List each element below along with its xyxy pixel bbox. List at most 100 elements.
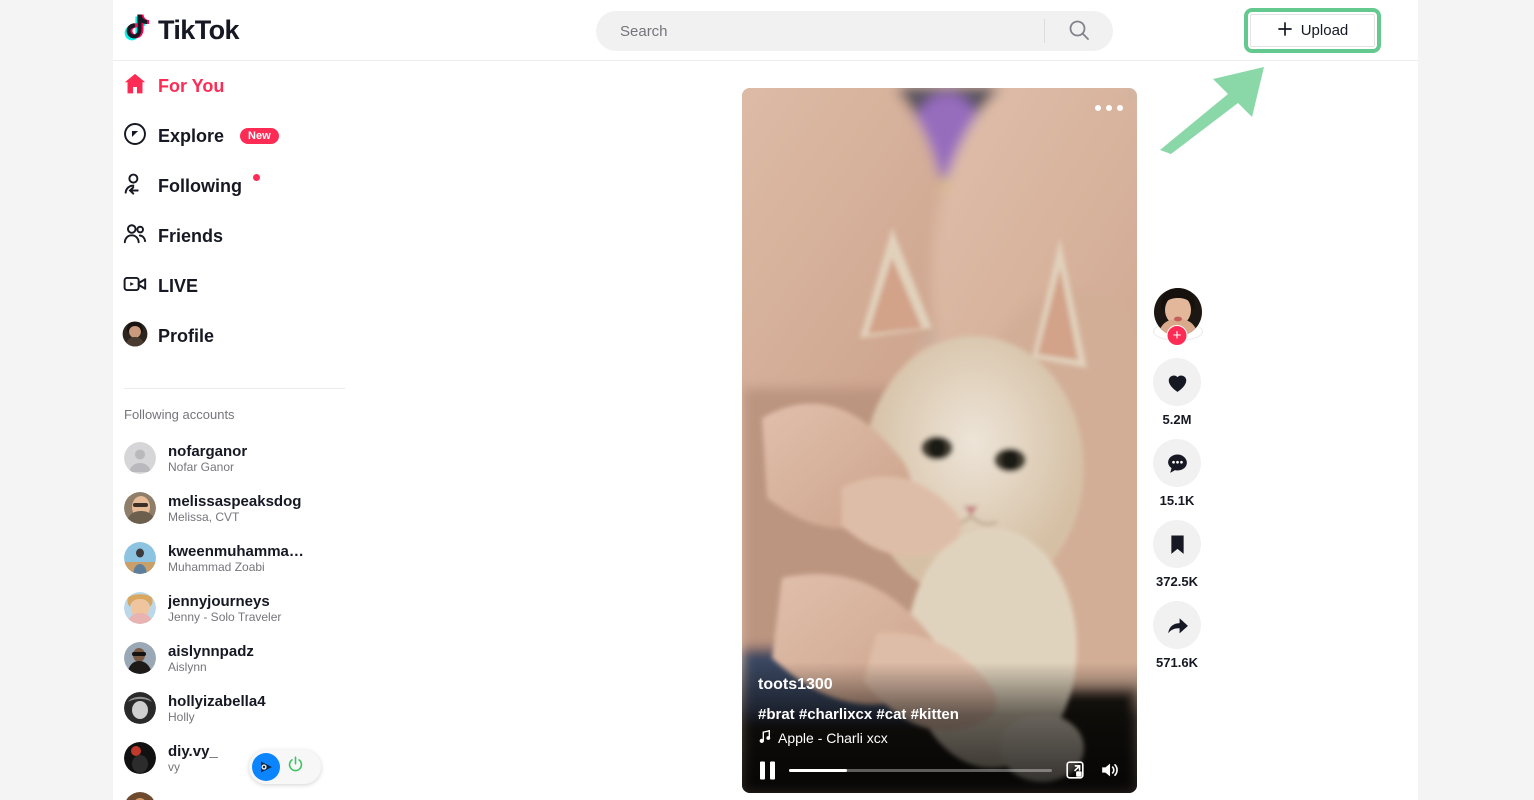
sidebar-label-following: Following [158,175,242,196]
account-username: diy.vy_ [168,742,218,760]
list-item[interactable]: jennyjourneys Jenny - Solo Traveler [113,583,353,633]
account-nickname: Melissa, CVT [168,509,240,524]
power-icon[interactable] [286,755,305,779]
tiktok-logo[interactable]: TikTok [122,13,240,47]
person-arrow-icon [122,171,148,202]
progress-bar[interactable] [789,768,1052,772]
account-nickname: Aislynn [168,659,207,674]
video-action-rail: + 5.2M 15.1K 372.5K 571.6K [1147,288,1207,682]
comment-action: 15.1K [1153,439,1201,508]
video-author[interactable]: toots1300 [758,676,1121,694]
list-item[interactable]: melissaspeaksdog Melissa, CVT [113,483,353,533]
tiktok-page: TikTok Upload [113,0,1418,800]
list-item[interactable]: nataliesro [113,783,353,800]
account-username: melissaspeaksdog [168,492,302,510]
list-item[interactable]: nofarganor Nofar Ganor [113,433,353,483]
video-player[interactable]: toots1300 #brat #charlixcx #cat #kitten … [742,88,1137,793]
video-controls [758,759,1121,781]
plus-icon[interactable]: + [1166,325,1188,346]
share-count: 571.6K [1156,655,1198,670]
account-nickname: Nofar Ganor [168,459,235,474]
account-text: jennyjourneys Jenny - Solo Traveler [168,593,281,624]
share-icon[interactable] [1153,601,1201,649]
list-item[interactable]: hollyizabella4 Holly [113,683,353,733]
account-text: kweenmuhamma… Muhammad Zoabi [168,543,304,574]
volume-on-icon[interactable] [1098,759,1121,781]
avatar [124,742,156,774]
search-button[interactable] [1045,11,1113,51]
more-options-icon[interactable] [1095,105,1123,111]
plus-icon [1277,21,1293,41]
logo-wordmark: TikTok [158,14,240,45]
heart-icon[interactable] [1153,358,1201,406]
sidebar-item-for-you[interactable]: For You [113,61,353,111]
sidebar-item-following[interactable]: Following [113,161,353,211]
avatar [124,792,156,800]
account-username: hollyizabella4 [168,692,266,710]
avatar-icon [122,321,148,352]
sidebar-item-friends[interactable]: Friends [113,211,353,261]
following-accounts-title: Following accounts [124,407,235,422]
following-notification-dot [252,174,260,181]
media-play-icon[interactable] [252,753,280,781]
search-icon [1067,18,1091,45]
like-count: 5.2M [1162,412,1192,427]
account-text: diy.vy_ vy [168,743,218,774]
progress-bar-fill [789,768,847,772]
upload-button-label: Upload [1300,22,1349,39]
bookmark-icon[interactable] [1153,520,1201,568]
sidebar-label-explore: Explore [158,125,225,146]
comment-icon[interactable] [1153,439,1201,487]
list-item[interactable]: aislynnpadz Aislynn [113,633,353,683]
account-username: aislynnpadz [168,642,254,660]
sidebar-item-live[interactable]: LIVE [113,261,353,311]
sidebar-label-friends: Friends [158,225,224,246]
account-nickname: Holly [168,709,195,724]
video-music-row[interactable]: Apple - Charli xcx [758,729,1121,747]
compass-icon [122,121,148,152]
sidebar-label-for-you: For You [158,75,225,96]
avatar [124,442,156,474]
list-item[interactable]: kweenmuhamma… Muhammad Zoabi [113,533,353,583]
live-video-icon [122,271,148,302]
account-username: jennyjourneys [168,592,270,610]
bookmark-action: 372.5K [1153,520,1201,589]
account-nickname: Jenny - Solo Traveler [168,609,282,624]
video-music-title: Apple - Charli xcx [778,730,888,746]
sidebar-label-live: LIVE [158,275,199,296]
picture-in-picture-icon[interactable] [1064,759,1086,781]
account-text: aislynnpadz Aislynn [168,643,254,674]
music-note-icon [758,729,771,747]
account-text: nofarganor Nofar Ganor [168,443,247,474]
sidebar-item-profile[interactable]: Profile [113,311,353,361]
annotation-arrow-icon [1160,67,1264,154]
video-hashtags[interactable]: #brat #charlixcx #cat #kitten [758,706,1121,723]
avatar [124,542,156,574]
top-header: TikTok Upload [113,0,1418,61]
bookmark-count: 372.5K [1156,574,1198,589]
sidebar-divider [124,388,345,389]
tiktok-note-icon [122,13,152,47]
search-input[interactable] [596,22,1044,40]
people-icon [122,221,148,252]
following-accounts-list: nofarganor Nofar Ganor melissaspeaksdog … [113,433,353,800]
home-icon [122,71,148,102]
search-bar[interactable] [596,11,1113,51]
account-nickname: Muhammad Zoabi [168,559,265,574]
video-info-overlay: toots1300 #brat #charlixcx #cat #kitten … [742,662,1137,793]
sidebar-item-explore[interactable]: Explore New [113,111,353,161]
upload-button[interactable]: Upload [1250,14,1375,47]
account-nickname: vy [168,759,180,774]
share-action: 571.6K [1153,601,1201,670]
floating-media-widget[interactable] [249,750,321,784]
sidebar-label-profile: Profile [158,325,215,346]
account-text: hollyizabella4 Holly [168,693,266,724]
account-username: kweenmuhamma… [168,542,304,560]
avatar [124,492,156,524]
left-sidebar: For You Explore New Following Friends LI… [113,61,353,800]
pause-icon[interactable] [758,760,777,781]
account-username: nofarganor [168,442,248,460]
creator-avatar[interactable]: + [1153,288,1203,346]
avatar [124,692,156,724]
explore-new-badge: New [240,128,279,144]
